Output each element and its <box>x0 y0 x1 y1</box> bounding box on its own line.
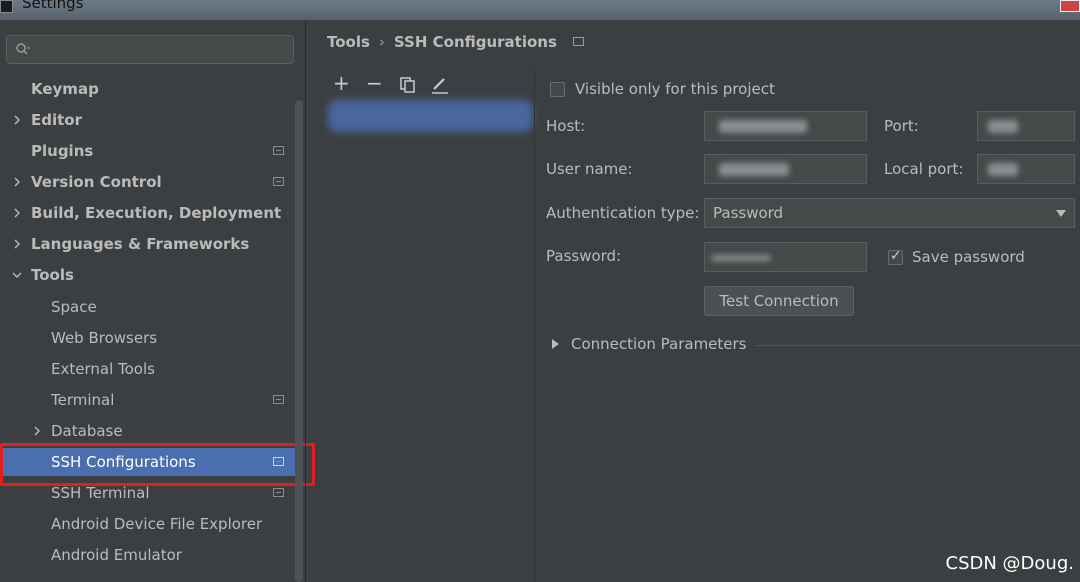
sidebar-item-external-tools[interactable]: External Tools <box>0 355 295 383</box>
chevron-right-icon[interactable] <box>11 114 23 126</box>
chevron-right-icon[interactable] <box>11 207 23 219</box>
sidebar-item-android-emulator[interactable]: Android Emulator <box>0 541 295 569</box>
sidebar-item-languages-frameworks[interactable]: Languages & Frameworks <box>0 230 295 258</box>
local-port-value-redacted <box>988 163 1018 176</box>
connection-parameters-label: Connection Parameters <box>571 335 747 353</box>
project-settings-icon <box>273 146 284 155</box>
divider <box>534 70 535 582</box>
host-field[interactable] <box>704 111 867 141</box>
username-value-redacted <box>719 163 789 176</box>
auth-type-label: Authentication type: <box>546 204 700 222</box>
project-settings-icon <box>273 488 284 497</box>
sidebar-item-label: Editor <box>31 111 82 129</box>
sidebar-item-label: Build, Execution, Deployment <box>31 204 282 222</box>
password-value-redacted <box>711 255 771 261</box>
host-label: Host: <box>546 117 586 135</box>
breadcrumb-current: SSH Configurations <box>393 33 557 51</box>
save-password-checkbox[interactable] <box>888 248 903 265</box>
username-field[interactable] <box>704 154 867 184</box>
port-field[interactable] <box>977 111 1075 141</box>
sidebar-item-label: Web Browsers <box>51 329 158 347</box>
window-title-bar: Settings <box>0 0 1080 20</box>
sidebar-item-partial[interactable] <box>0 572 295 582</box>
password-field[interactable] <box>704 242 867 272</box>
app-icon <box>0 0 13 13</box>
sidebar-item-label: Android Emulator <box>51 546 182 564</box>
sidebar-item-terminal[interactable]: Terminal <box>0 386 295 414</box>
copy-icon[interactable] <box>398 75 418 95</box>
divider <box>305 20 306 582</box>
local-port-label: Local port: <box>884 160 964 178</box>
ssh-config-list <box>326 100 536 582</box>
watermark: CSDN @Doug. <box>945 553 1074 574</box>
project-settings-icon <box>273 177 284 186</box>
chevron-right-icon[interactable] <box>31 425 43 437</box>
breadcrumb: Tools › SSH Configurations <box>327 33 584 53</box>
sidebar-item-database[interactable]: Database <box>0 417 295 445</box>
project-settings-icon <box>273 395 284 404</box>
sidebar-item-keymap[interactable]: Keymap <box>0 75 295 103</box>
username-label: User name: <box>546 160 633 178</box>
sidebar-item-label: Database <box>51 422 123 440</box>
sidebar-item-label: Version Control <box>31 173 162 191</box>
section-divider <box>755 345 1080 346</box>
add-icon[interactable]: + <box>333 71 353 95</box>
auth-type-select[interactable]: Password <box>704 198 1075 228</box>
sidebar-item-label: Terminal <box>51 391 115 409</box>
sidebar-scrollbar[interactable] <box>295 100 303 582</box>
project-settings-icon <box>572 37 584 46</box>
sidebar-item-android-device-file-explorer[interactable]: Android Device File Explorer <box>0 510 295 538</box>
annotation-highlight-box <box>0 443 315 486</box>
chevron-right-icon[interactable] <box>11 176 23 188</box>
sidebar-item-label: Plugins <box>31 142 94 160</box>
sidebar-item-label: Languages & Frameworks <box>31 235 250 253</box>
expand-triangle-icon[interactable] <box>552 339 560 349</box>
sidebar-item-space[interactable]: Space <box>0 293 295 321</box>
breadcrumb-separator: › <box>378 33 385 51</box>
sidebar-item-editor[interactable]: Editor <box>0 106 295 134</box>
window-title: Settings <box>22 0 84 12</box>
visible-only-label: Visible only for this project <box>575 80 775 98</box>
sidebar-item-label: Android Device File Explorer <box>51 515 263 533</box>
visible-only-checkbox[interactable] <box>550 82 565 97</box>
ssh-config-item-blurred[interactable] <box>328 100 533 132</box>
sidebar-item-label: Keymap <box>31 80 99 98</box>
chevron-down-icon[interactable] <box>11 269 23 281</box>
test-connection-button[interactable]: Test Connection <box>704 286 854 316</box>
host-value-redacted <box>719 120 807 133</box>
auth-type-value: Password <box>713 204 784 222</box>
sidebar-item-build-execution-deployment[interactable]: Build, Execution, Deployment <box>0 199 295 227</box>
sidebar-item-tools[interactable]: Tools <box>0 261 295 289</box>
port-label: Port: <box>884 117 919 135</box>
search-icon <box>16 43 30 55</box>
chevron-right-icon[interactable] <box>11 238 23 250</box>
search-input[interactable] <box>6 35 294 64</box>
dropdown-arrow-icon <box>1056 210 1066 217</box>
sidebar-item-plugins[interactable]: Plugins <box>0 137 295 165</box>
local-port-field[interactable] <box>977 154 1075 184</box>
sidebar-item-label: External Tools <box>51 360 155 378</box>
sidebar-item-label: Tools <box>31 266 74 284</box>
edit-icon[interactable] <box>430 75 450 95</box>
password-label: Password: <box>546 247 622 265</box>
save-password-label: Save password <box>912 248 1025 266</box>
sidebar-item-web-browsers[interactable]: Web Browsers <box>0 324 295 352</box>
sidebar-item-label: Space <box>51 298 97 316</box>
remove-icon[interactable]: − <box>366 71 386 95</box>
port-value-redacted <box>988 120 1018 133</box>
close-window-button[interactable] <box>1060 0 1080 12</box>
breadcrumb-parent[interactable]: Tools <box>327 33 370 51</box>
sidebar-item-version-control[interactable]: Version Control <box>0 168 295 196</box>
